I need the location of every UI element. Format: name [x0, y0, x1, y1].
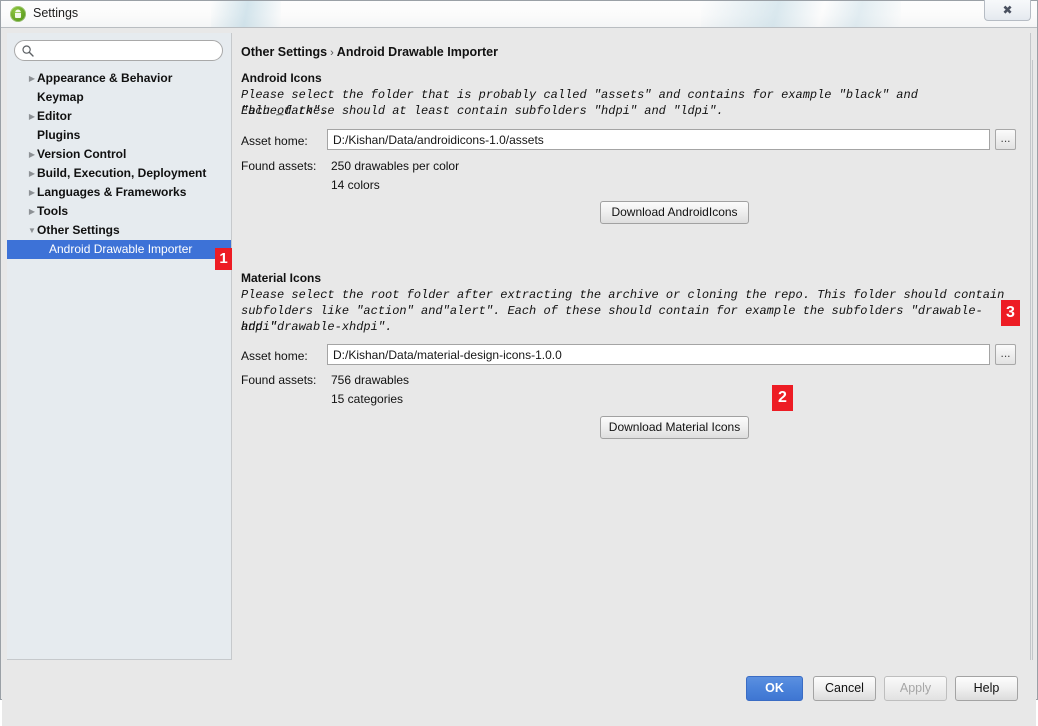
material-asset-home-input[interactable]: [333, 347, 984, 362]
material-asset-home-browse-button[interactable]: ...: [995, 344, 1016, 365]
annotation-marker-1: 1: [215, 248, 232, 270]
android-found-assets-line2: 14 colors: [331, 178, 380, 192]
sidebar-item-label: Keymap: [37, 88, 84, 107]
android-icons-description-line2: Each of these should at least contain su…: [241, 103, 1011, 119]
sidebar-item-label: Version Control: [37, 145, 126, 164]
close-button[interactable]: ✖: [984, 0, 1031, 21]
download-material-icons-button[interactable]: Download Material Icons: [600, 416, 749, 439]
close-icon: ✖: [985, 3, 1030, 17]
sidebar-item-keymap[interactable]: Keymap: [7, 88, 231, 107]
title-bar-sheen-right: [701, 1, 901, 27]
window-title: Settings: [33, 6, 78, 20]
sidebar-item-label: Editor: [37, 107, 72, 126]
apply-button[interactable]: Apply: [884, 676, 947, 701]
search-box[interactable]: [14, 40, 223, 61]
android-asset-home-field[interactable]: [327, 129, 990, 150]
material-found-assets-label: Found assets:: [241, 373, 316, 387]
search-input[interactable]: [37, 43, 217, 58]
download-androidicons-button[interactable]: Download AndroidIcons: [600, 201, 749, 224]
sidebar-item-android-drawable-importer[interactable]: Android Drawable Importer: [7, 240, 231, 259]
sidebar-item-version-control[interactable]: ▶Version Control: [7, 145, 231, 164]
sidebar-item-languages-frameworks[interactable]: ▶Languages & Frameworks: [7, 183, 231, 202]
help-button[interactable]: Help: [955, 676, 1018, 701]
android-icon: [10, 6, 26, 22]
sidebar-item-build-execution-deployment[interactable]: ▶Build, Execution, Deployment: [7, 164, 231, 183]
material-found-assets-line1: 756 drawables: [331, 373, 409, 387]
cancel-button[interactable]: Cancel: [813, 676, 876, 701]
panel-right-divider: [1032, 60, 1033, 660]
ellipsis-icon: ...: [996, 345, 1015, 361]
breadcrumb-current: Android Drawable Importer: [337, 45, 498, 59]
sidebar-item-label: Other Settings: [37, 221, 120, 240]
sidebar-item-label: Appearance & Behavior: [37, 69, 172, 88]
material-icons-section-title: Material Icons: [241, 271, 321, 285]
annotation-marker-3: 3: [1001, 300, 1020, 326]
settings-main-panel: Other Settings›Android Drawable Importer…: [233, 33, 1031, 660]
settings-window: Settings ✖ ▶Appearance & BehaviorKeymap▶…: [0, 0, 1038, 700]
breadcrumb-separator: ›: [327, 47, 337, 59]
sidebar-item-label: Build, Execution, Deployment: [37, 164, 206, 183]
material-icons-description-line1: Please select the root folder after extr…: [241, 287, 1011, 303]
settings-sidebar: ▶Appearance & BehaviorKeymap▶EditorPlugi…: [7, 33, 232, 660]
android-asset-home-browse-button[interactable]: ...: [995, 129, 1016, 150]
sidebar-item-plugins[interactable]: Plugins: [7, 126, 231, 145]
sidebar-item-label: Plugins: [37, 126, 80, 145]
search-icon: [21, 44, 35, 58]
sidebar-item-appearance-behavior[interactable]: ▶Appearance & Behavior: [7, 69, 231, 88]
annotation-marker-2: 2: [772, 385, 793, 411]
dialog-footer: OK Cancel Apply Help: [2, 665, 1036, 726]
material-asset-home-label: Asset home:: [241, 349, 308, 363]
dialog-body: ▶Appearance & BehaviorKeymap▶EditorPlugi…: [2, 28, 1036, 699]
android-found-assets-label: Found assets:: [241, 159, 316, 173]
material-found-assets-line2: 15 categories: [331, 392, 403, 406]
material-asset-home-field[interactable]: [327, 344, 990, 365]
android-icons-section-title: Android Icons: [241, 71, 322, 85]
sidebar-item-tools[interactable]: ▶Tools: [7, 202, 231, 221]
android-found-assets-line1: 250 drawables per color: [331, 159, 459, 173]
material-icons-description-line3: and "drawable-xhdpi".: [241, 319, 1011, 335]
sidebar-inner: ▶Appearance & BehaviorKeymap▶EditorPlugi…: [7, 33, 231, 659]
settings-tree: ▶Appearance & BehaviorKeymap▶EditorPlugi…: [7, 69, 231, 259]
sidebar-item-label: Android Drawable Importer: [49, 240, 192, 259]
title-bar-sheen-left: [211, 1, 281, 27]
breadcrumb: Other Settings›Android Drawable Importer: [241, 45, 498, 59]
sidebar-item-label: Tools: [37, 202, 68, 221]
sidebar-item-other-settings[interactable]: ▼Other Settings: [7, 221, 231, 240]
ok-button[interactable]: OK: [746, 676, 803, 701]
ellipsis-icon: ...: [996, 130, 1015, 146]
android-asset-home-label: Asset home:: [241, 134, 308, 148]
sidebar-item-editor[interactable]: ▶Editor: [7, 107, 231, 126]
title-bar: Settings ✖: [1, 1, 1037, 28]
android-asset-home-input[interactable]: [333, 132, 984, 147]
breadcrumb-parent[interactable]: Other Settings: [241, 45, 327, 59]
sidebar-item-label: Languages & Frameworks: [37, 183, 186, 202]
